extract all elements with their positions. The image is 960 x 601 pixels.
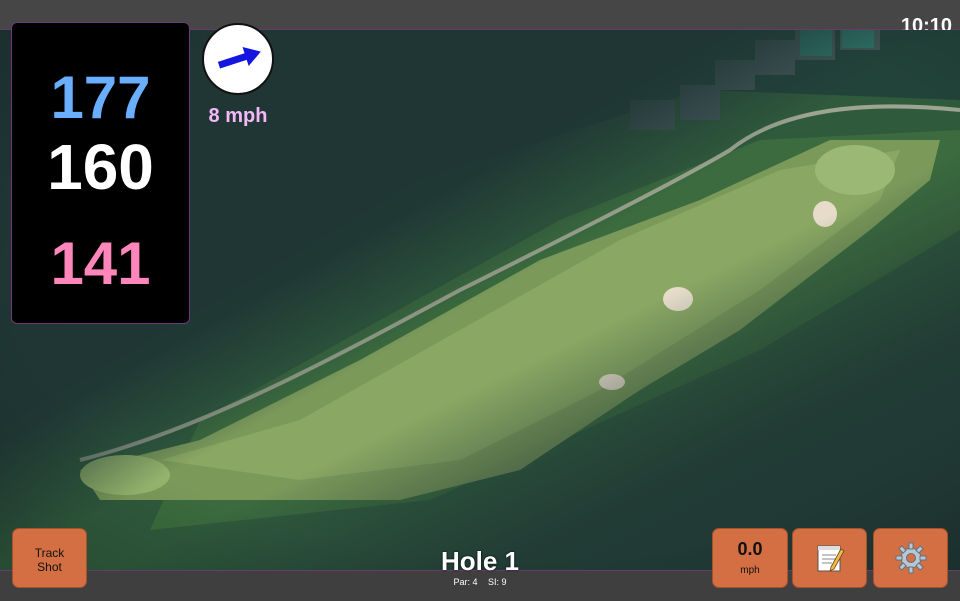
- settings-button[interactable]: [873, 528, 948, 588]
- track-shot-button[interactable]: Track Shot: [12, 528, 87, 588]
- speed-value: 0.0: [737, 539, 763, 559]
- back-yardage: 177: [50, 64, 151, 131]
- front-yardage: 141: [50, 230, 151, 297]
- gear-icon: [895, 542, 926, 574]
- wind-direction-dial: [202, 23, 274, 95]
- par-label: Par: 4: [453, 577, 478, 587]
- notepad-icon: [817, 545, 845, 572]
- hole-info: Par: 4 SI: 9: [380, 577, 580, 587]
- speed-unit: mph: [740, 565, 760, 576]
- wind-arrow-icon: [217, 47, 261, 69]
- track-shot-label-line1: Track: [34, 546, 65, 560]
- hole-title: Hole 1: [440, 546, 520, 576]
- yardage-panel: 177 160 141: [11, 22, 190, 324]
- middle-yardage: 160: [47, 131, 154, 203]
- stroke-index-label: SI: 9: [488, 577, 507, 587]
- notes-button[interactable]: [792, 528, 867, 588]
- wind-speed: 8 mph: [208, 105, 268, 127]
- track-shot-label-line2: Shot: [37, 560, 62, 574]
- speed-button[interactable]: 0.0 mph: [712, 528, 788, 588]
